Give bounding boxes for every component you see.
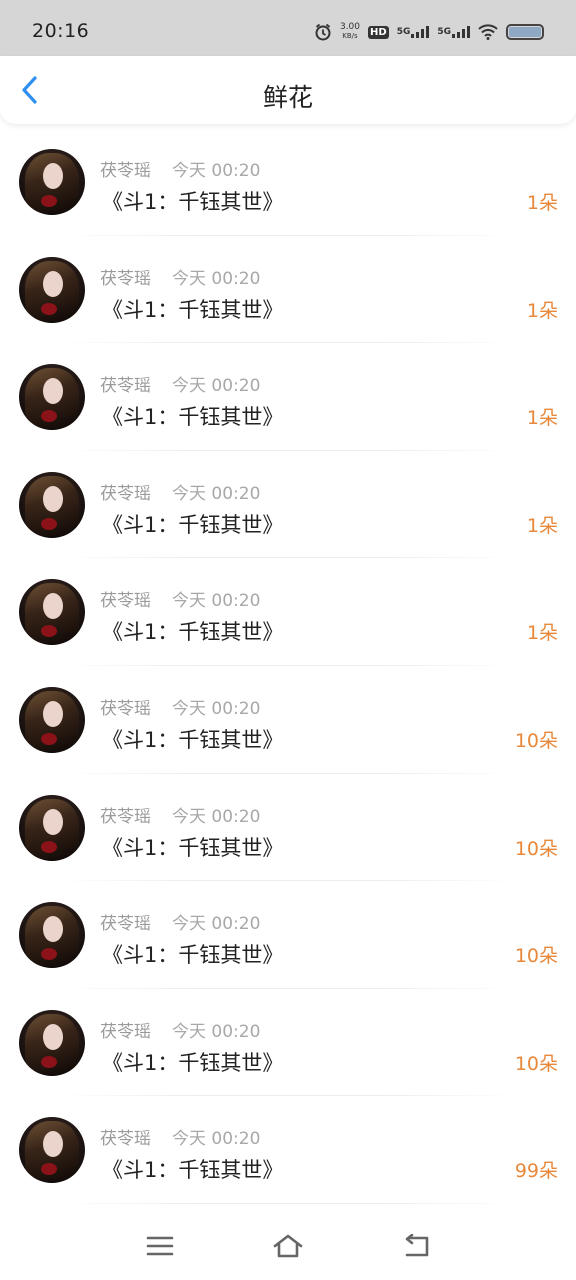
- list-item[interactable]: 茯苓瑶 今天 00:20 《斗1：千钰其世》 10朵: [0, 666, 576, 774]
- system-back-button[interactable]: [398, 1228, 434, 1264]
- send-time: 今天 00:20: [172, 914, 261, 935]
- avatar[interactable]: [19, 902, 85, 969]
- list-item[interactable]: 茯苓瑶 今天 00:20 《斗1：千钰其世》 1朵: [0, 128, 576, 236]
- flower-count: 10朵: [514, 1052, 558, 1075]
- net-speed-value: 3.00: [339, 22, 361, 32]
- sender-name: 茯苓瑶: [100, 1021, 151, 1042]
- menu-button[interactable]: [142, 1228, 178, 1264]
- avatar[interactable]: [19, 794, 85, 861]
- page-title: 鲜花: [262, 83, 313, 112]
- list-item[interactable]: 茯苓瑶 今天 00:20 《斗1：千钰其世》 1朵: [0, 558, 576, 666]
- avatar[interactable]: [19, 1009, 85, 1076]
- sender-name: 茯苓瑶: [100, 806, 151, 827]
- list-item[interactable]: 茯苓瑶 今天 00:20 《斗1：千钰其世》 10朵: [0, 774, 576, 882]
- sender-name: 茯苓瑶: [100, 483, 151, 504]
- list-item[interactable]: 茯苓瑶 今天 00:20 《斗1：千钰其世》 1朵: [0, 451, 576, 559]
- list-item[interactable]: 茯苓瑶 今天 00:20 《斗1：千钰其世》 1朵: [0, 236, 576, 344]
- send-time: 今天 00:20: [172, 591, 261, 612]
- sim1-5g-label: 5G: [396, 27, 411, 37]
- avatar[interactable]: [19, 471, 85, 538]
- menu-icon: [146, 1236, 174, 1256]
- signal-sim2-icon: 5G: [437, 26, 470, 38]
- net-speed: 3.00 KB/s: [340, 23, 360, 41]
- list-item[interactable]: 茯苓瑶 今天 00:20 《斗1：千钰其世》 10朵: [0, 881, 576, 989]
- sender-name: 茯苓瑶: [100, 1129, 151, 1150]
- sender-name: 茯苓瑶: [100, 376, 151, 397]
- sim2-5g-label: 5G: [437, 27, 451, 37]
- book-title: 《斗1：千钰其世》: [102, 190, 284, 214]
- flower-count: 10朵: [514, 837, 558, 860]
- flower-count: 1朵: [526, 299, 558, 322]
- book-title: 《斗1：千钰其世》: [102, 943, 284, 968]
- hd-icon: HD: [368, 25, 389, 39]
- book-title: 《斗1：千钰其世》: [102, 512, 284, 537]
- signal-sim1-icon: 5G: [397, 26, 430, 38]
- flower-record-list: 茯苓瑶 今天 00:20 《斗1：千钰其世》 1朵 茯苓瑶 今天 00:20 《…: [0, 128, 576, 1204]
- book-title: 《斗1：千钰其世》: [102, 1050, 284, 1075]
- flower-count: 1朵: [526, 192, 558, 214]
- send-time: 今天 00:20: [172, 376, 261, 397]
- flower-count: 1朵: [526, 407, 558, 430]
- home-button[interactable]: [270, 1228, 306, 1264]
- list-item[interactable]: 茯苓瑶 今天 00:20 《斗1：千钰其世》 10朵: [0, 989, 576, 1097]
- list-item[interactable]: 茯苓瑶 今天 00:20 《斗1：千钰其世》 1朵: [0, 343, 576, 451]
- flower-count: 1朵: [526, 622, 558, 645]
- back-icon: [405, 1234, 429, 1257]
- status-time: 20:16: [32, 20, 90, 42]
- sender-name: 茯苓瑶: [100, 591, 151, 612]
- avatar[interactable]: [19, 686, 85, 753]
- send-time: 今天 00:20: [172, 483, 261, 504]
- system-nav-bar: [0, 1210, 576, 1280]
- divider: [60, 1202, 516, 1204]
- send-time: 今天 00:20: [172, 161, 261, 181]
- avatar[interactable]: [19, 364, 85, 431]
- header: 鲜花: [0, 56, 576, 124]
- flower-count: 10朵: [514, 945, 558, 968]
- book-title: 《斗1：千钰其世》: [102, 835, 284, 860]
- book-title: 《斗1：千钰其世》: [102, 297, 284, 322]
- alarm-icon: [314, 23, 332, 41]
- book-title: 《斗1：千钰其世》: [102, 405, 284, 430]
- flower-count: 99朵: [514, 1160, 558, 1183]
- avatar[interactable]: [19, 579, 85, 646]
- book-title: 《斗1：千钰其世》: [102, 1158, 284, 1183]
- avatar[interactable]: [19, 1117, 85, 1184]
- sender-name: 茯苓瑶: [100, 698, 151, 719]
- battery-icon: [506, 24, 544, 40]
- book-title: 《斗1：千钰其世》: [102, 727, 284, 752]
- flower-count: 10朵: [514, 729, 558, 752]
- home-icon: [273, 1234, 303, 1258]
- sender-name: 茯苓瑶: [100, 161, 151, 181]
- net-speed-unit: KB/s: [342, 32, 358, 40]
- wifi-icon: [478, 24, 498, 40]
- sender-name: 茯苓瑶: [100, 268, 151, 289]
- status-bar: 20:16 3.00 KB/s HD 5G 5G: [0, 0, 576, 56]
- send-time: 今天 00:20: [172, 1021, 261, 1042]
- avatar[interactable]: [19, 149, 85, 215]
- list-item[interactable]: 茯苓瑶 今天 00:20 《斗1：千钰其世》 99朵: [0, 1096, 576, 1204]
- send-time: 今天 00:20: [172, 268, 261, 289]
- send-time: 今天 00:20: [172, 1129, 261, 1150]
- send-time: 今天 00:20: [172, 806, 261, 827]
- status-icons: 3.00 KB/s HD 5G 5G: [314, 20, 544, 44]
- send-time: 今天 00:20: [172, 698, 261, 719]
- book-title: 《斗1：千钰其世》: [102, 620, 284, 645]
- flower-count: 1朵: [526, 514, 558, 537]
- avatar[interactable]: [19, 256, 85, 323]
- sender-name: 茯苓瑶: [100, 914, 151, 935]
